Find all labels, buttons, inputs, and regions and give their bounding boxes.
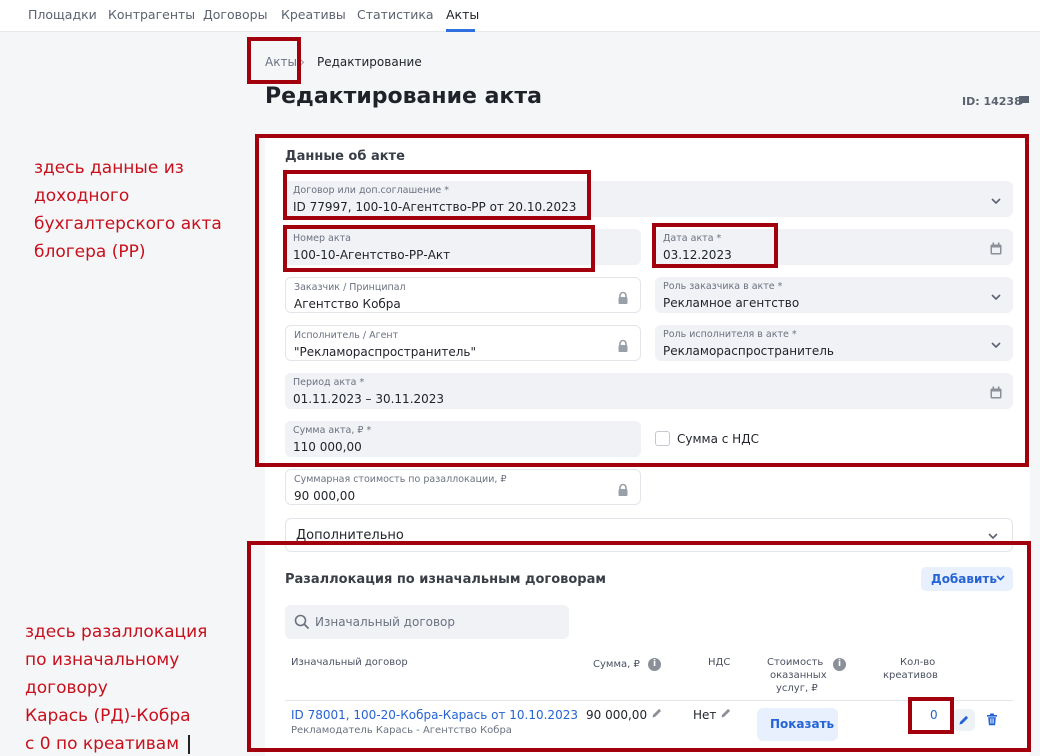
nav-item-contracts[interactable]: Договоры xyxy=(203,7,267,22)
nav-item-counterparties[interactable]: Контрагенты xyxy=(108,7,195,22)
note-line: с 0 по креативам xyxy=(25,734,180,754)
realloc-total-label: Суммарная стоимость по разаллокации, ₽ xyxy=(294,474,507,485)
nav-item-creatives[interactable]: Креативы xyxy=(281,7,346,22)
annotation-note-reallocation: здесь разаллокация по изначальному догов… xyxy=(25,618,207,756)
realloc-total-field: Суммарная стоимость по разаллокации, ₽ 9… xyxy=(285,469,641,505)
note-line: здесь разаллокация xyxy=(25,622,208,642)
note-line: доходного xyxy=(34,186,130,206)
nav-item-acts[interactable]: Акты xyxy=(446,7,479,22)
record-id: ID: 14238 xyxy=(962,95,1022,108)
lock-icon xyxy=(618,483,628,496)
page-title: Редактирование акта xyxy=(265,84,542,109)
annotation-box-creatives-count xyxy=(908,697,954,734)
chat-icon[interactable] xyxy=(1018,95,1030,106)
note-line: договору xyxy=(25,678,108,698)
note-line: бухгалтерского акта xyxy=(34,214,222,234)
annotation-box-contract xyxy=(283,170,591,220)
note-line: по изначальному xyxy=(25,650,180,670)
breadcrumb-current: Редактирование xyxy=(317,55,422,69)
realloc-total-value: 90 000,00 xyxy=(294,489,356,503)
annotation-box-act-date xyxy=(652,223,778,268)
note-line: Карась (РД)-Кобра xyxy=(25,706,191,726)
nav-item-statistics[interactable]: Статистика xyxy=(357,7,434,22)
text-cursor xyxy=(188,735,190,754)
annotation-note-act-data: здесь данные из доходного бухгалтерского… xyxy=(34,154,222,266)
top-navigation: Площадки Контрагенты Договоры Креативы С… xyxy=(0,0,1040,32)
note-line: блогера (РР) xyxy=(34,242,146,262)
annotation-box-act-number xyxy=(283,225,595,272)
nav-item-platforms[interactable]: Площадки xyxy=(28,7,97,22)
note-line: здесь данные из xyxy=(34,158,184,178)
annotation-box-breadcrumb xyxy=(247,37,301,84)
